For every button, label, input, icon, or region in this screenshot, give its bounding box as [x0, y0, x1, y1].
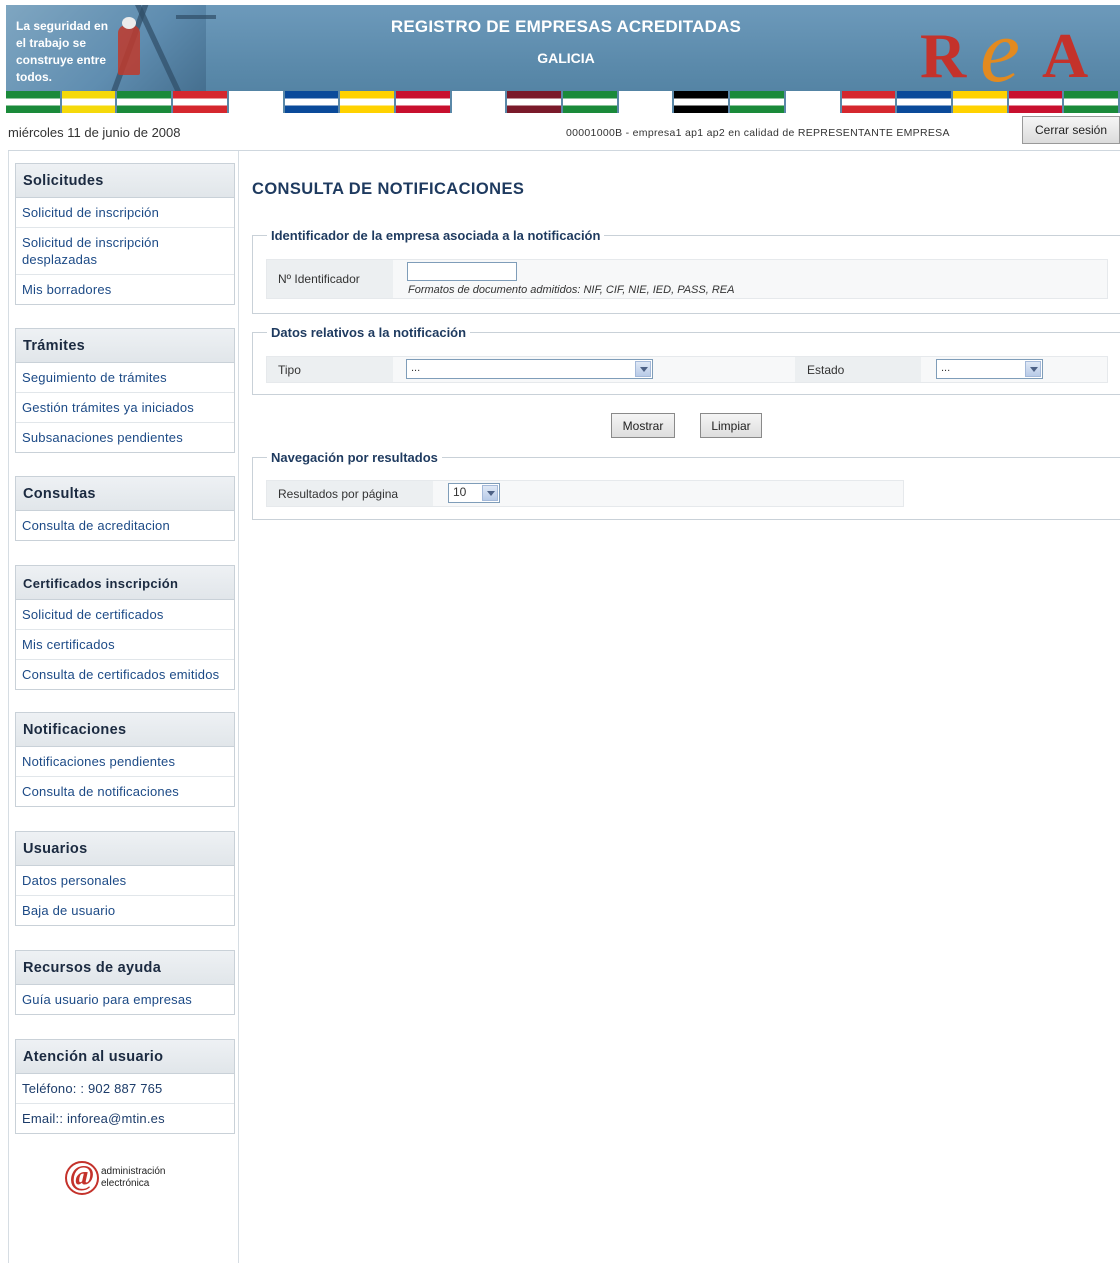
menu-atencion: Atención al usuario Teléfono: : 902 887 … [15, 1039, 235, 1134]
current-date: miércoles 11 de junio de 2008 [8, 125, 181, 140]
navegacion-row: Resultados por página 10 [266, 480, 904, 507]
chevron-down-icon [482, 485, 498, 501]
estado-label: Estado [795, 357, 921, 382]
chevron-down-icon [1025, 361, 1041, 377]
datos-legend: Datos relativos a la notificación [271, 325, 467, 340]
flag-segment [563, 91, 619, 113]
flag-segment [6, 91, 62, 113]
flag-segment [952, 91, 1009, 113]
chevron-down-icon [635, 361, 651, 377]
sidebar-item-guia-usuario[interactable]: Guía usuario para empresas [16, 985, 234, 1014]
flag-segment [451, 91, 508, 113]
at-sign-icon: @ [65, 1161, 99, 1195]
menu-heading-certificados: Certificados inscripción [16, 566, 234, 600]
resultados-per-page-select[interactable]: 10 [448, 483, 500, 503]
logout-button[interactable]: Cerrar sesión [1022, 116, 1120, 144]
site-title: REGISTRO DE EMPRESAS ACREDITADAS [390, 17, 742, 36]
flag-segment [674, 91, 731, 113]
rea-logo: R e A [920, 7, 1088, 87]
flag-segment [1064, 91, 1120, 113]
sidebar-item-mis-certificados[interactable]: Mis certificados [16, 630, 234, 660]
flag-segment [897, 91, 953, 113]
sidebar-item-mis-borradores[interactable]: Mis borradores [16, 275, 234, 304]
menu-heading-atencion: Atención al usuario [16, 1040, 234, 1074]
sidebar-item-datos-personales[interactable]: Datos personales [16, 866, 234, 896]
identificador-legend: Identificador de la empresa asociada a l… [271, 228, 601, 243]
flag-segment [173, 91, 229, 113]
identificador-row: Nº Identificador Formatos de documento a… [266, 259, 1108, 299]
resultados-label: Resultados por página [267, 481, 433, 506]
menu-heading-notificaciones: Notificaciones [16, 713, 234, 747]
administracion-electronica-logo[interactable]: @ administración electrónica [65, 1161, 185, 1201]
menu-heading-tramites: Trámites [16, 329, 234, 363]
menu-solicitudes: Solicitudes Solicitud de inscripción Sol… [15, 163, 235, 305]
estado-select-value: ... [941, 362, 951, 374]
menu-certificados: Certificados inscripción Solicitud de ce… [15, 565, 235, 690]
sidebar-item-consulta-notificaciones[interactable]: Consulta de notificaciones [16, 777, 234, 806]
identificador-label: Nº Identificador [267, 260, 393, 298]
page-title: CONSULTA DE NOTIFICACIONES [252, 180, 525, 198]
flag-segment [730, 91, 786, 113]
datos-row: Tipo ... Estado ... [266, 356, 1108, 383]
ae-logo-line1: administración [101, 1166, 166, 1177]
flag-segment [61, 91, 118, 113]
flag-segment [395, 91, 452, 113]
flag-segment [340, 91, 396, 113]
flag-segment [1008, 91, 1065, 113]
identificador-hint: Formatos de documento admitidos: NIF, CI… [408, 284, 735, 296]
flag-segment [507, 91, 564, 113]
contact-email[interactable]: Email:: inforea@mtin.es [16, 1104, 234, 1133]
flag-segment [841, 91, 898, 113]
flag-segment [117, 91, 174, 113]
menu-heading-solicitudes: Solicitudes [16, 164, 234, 198]
ae-logo-line2: electrónica [101, 1178, 150, 1189]
menu-heading-consultas: Consultas [16, 477, 234, 511]
tipo-select-value: ... [411, 362, 421, 374]
sidebar-item-certificados-emitidos[interactable]: Consulta de certificados emitidos [16, 660, 234, 689]
sidebar-item-gestion-tramites[interactable]: Gestión trámites ya iniciados [16, 393, 234, 423]
sidebar: Solicitudes Solicitud de inscripción Sol… [8, 151, 239, 1263]
sidebar-item-consulta-acreditacion[interactable]: Consulta de acreditacion [16, 511, 234, 540]
sidebar-item-subsanaciones[interactable]: Subsanaciones pendientes [16, 423, 234, 452]
menu-ayuda: Recursos de ayuda Guía usuario para empr… [15, 950, 235, 1015]
site-subtitle: GALICIA [537, 50, 595, 66]
menu-notificaciones: Notificaciones Notificaciones pendientes… [15, 712, 235, 807]
user-info: 00001000B - empresa1 ap1 ap2 en calidad … [566, 127, 950, 139]
banner-slogan: La seguridad en el trabajo se construye … [16, 19, 109, 84]
sidebar-item-notificaciones-pendientes[interactable]: Notificaciones pendientes [16, 747, 234, 777]
sidebar-item-seguimiento-tramites[interactable]: Seguimiento de trámites [16, 363, 234, 393]
flag-segment [785, 91, 842, 113]
header-banner: La seguridad en el trabajo se construye … [6, 5, 1120, 113]
menu-tramites: Trámites Seguimiento de trámites Gestión… [15, 328, 235, 453]
mostrar-button[interactable]: Mostrar [611, 413, 675, 438]
flag-segment [228, 91, 285, 113]
flag-segment [284, 91, 341, 113]
tipo-label: Tipo [267, 357, 393, 382]
sidebar-item-solicitud-certificados[interactable]: Solicitud de certificados [16, 600, 234, 630]
navegacion-legend: Navegación por resultados [271, 450, 438, 465]
menu-heading-ayuda: Recursos de ayuda [16, 951, 234, 985]
svg-text:R: R [920, 20, 967, 87]
sidebar-item-solicitud-desplazadas[interactable]: Solicitud de inscripción desplazadas [16, 228, 234, 275]
resultados-select-value: 10 [453, 485, 467, 499]
sidebar-item-solicitud-inscripcion[interactable]: Solicitud de inscripción [16, 198, 234, 228]
estado-select[interactable]: ... [936, 359, 1043, 379]
sidebar-item-baja-usuario[interactable]: Baja de usuario [16, 896, 234, 925]
identificador-input[interactable] [407, 262, 517, 281]
menu-heading-usuarios: Usuarios [16, 832, 234, 866]
menu-usuarios: Usuarios Datos personales Baja de usuari… [15, 831, 235, 926]
tipo-select[interactable]: ... [406, 359, 653, 379]
flag-strip [6, 91, 1120, 113]
limpiar-button[interactable]: Limpiar [700, 413, 762, 438]
svg-text:A: A [1042, 20, 1088, 87]
menu-consultas: Consultas Consulta de acreditacion [15, 476, 235, 541]
contact-phone: Teléfono: : 902 887 765 [16, 1074, 234, 1104]
svg-text:e: e [980, 7, 1020, 87]
flag-segment [618, 91, 675, 113]
